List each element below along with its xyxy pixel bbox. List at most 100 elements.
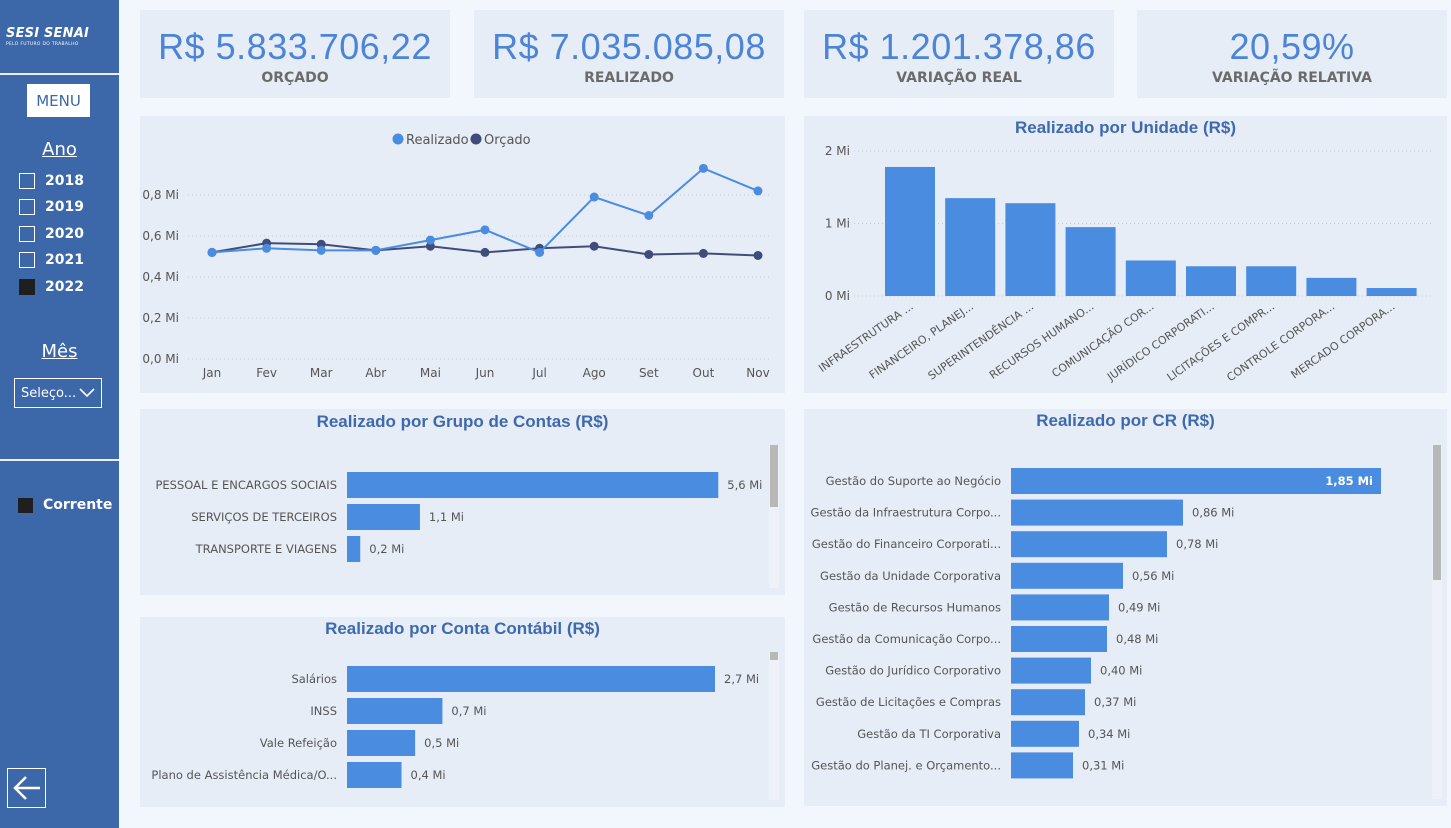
logo-text: SESI SENAI: [6, 26, 89, 41]
grupo-contas-panel: Realizado por Grupo de Contas (R$) PESSO…: [140, 409, 785, 595]
legend-marker-realizado: [392, 133, 404, 145]
bar: [347, 504, 420, 530]
kpi-variacao-relativa: 20,59% VARIAÇÃO RELATIVA: [1137, 10, 1447, 98]
data-point: [371, 245, 381, 255]
sidebar: SESI SENAI PELO FUTURO DO TRABALHO MENU …: [0, 0, 119, 828]
kpi-realizado: R$ 7.035.085,08 REALIZADO: [474, 10, 784, 98]
scrollbar[interactable]: [769, 652, 779, 800]
x-tick-label: CONTROLE CORPORA...: [1224, 300, 1337, 384]
bar: [1306, 277, 1357, 296]
x-tick-label: SUPERINTENDÊNCIA ...: [926, 300, 1036, 383]
grupo-contas-bar-chart[interactable]: PESSOAL E ENCARGOS SOCIAIS 5,6 Mi SERVIÇOS…: [140, 409, 785, 595]
sidebar-divider-top: [0, 73, 119, 75]
y-tick-label: 0 Mi: [825, 289, 850, 303]
conta-contabil-panel: Realizado por Conta Contábil (R$) Salári…: [140, 617, 785, 807]
year-option-2021[interactable]: 2021: [19, 252, 84, 268]
bar: [1246, 266, 1297, 296]
bar: [347, 730, 416, 756]
kpi-orcado: R$ 5.833.706,22 ORÇADO: [140, 10, 450, 98]
x-tick-label: Out: [693, 366, 715, 380]
category-label: Gestão de Recursos Humanos: [829, 600, 1001, 614]
scrollbar-thumb[interactable]: [1433, 445, 1441, 580]
logo-subtitle: PELO FUTURO DO TRABALHO: [6, 42, 79, 47]
kpi-label: REALIZADO: [584, 70, 674, 86]
x-tick-label: Ago: [583, 366, 606, 380]
checkbox-icon[interactable]: [19, 199, 35, 215]
category-label: Gestão da Unidade Corporativa: [820, 569, 1001, 583]
bar: [885, 166, 935, 296]
checkbox-checked-icon[interactable]: [19, 279, 35, 295]
year-option-2022[interactable]: 2022: [19, 279, 84, 295]
data-point: [644, 249, 654, 259]
kpi-value: R$ 7.035.085,08: [492, 26, 766, 67]
cr-panel: Realizado por CR (R$) Gestão do Suporte …: [804, 409, 1447, 806]
bar: [347, 472, 719, 498]
y-tick-label: 2 Mi: [825, 144, 850, 158]
legend-label: Realizado: [406, 133, 469, 148]
bar: [1366, 288, 1417, 296]
category-label: Gestão da Infraestrutura Corpo...: [811, 506, 1001, 520]
x-tick-label: Mai: [420, 366, 441, 380]
data-point: [753, 250, 763, 260]
bar: [1011, 720, 1079, 747]
x-tick-label: COMUNICAÇÃO COR...: [1049, 300, 1156, 380]
checkbox-icon[interactable]: [19, 252, 35, 268]
checkbox-icon[interactable]: [19, 226, 35, 242]
x-tick-label: Mar: [310, 366, 333, 380]
data-label: 0,34 Mi: [1088, 727, 1130, 741]
legend-swatch: [18, 497, 33, 513]
scrollbar-thumb[interactable]: [770, 445, 778, 507]
data-label: 1,85 Mi: [1325, 474, 1373, 488]
category-label: PESSOAL E ENCARGOS SOCIAIS: [155, 478, 337, 492]
data-label: 0,4 Mi: [411, 768, 446, 782]
checkbox-icon[interactable]: [19, 173, 35, 189]
data-point: [480, 225, 490, 235]
chart-title: Realizado por CR (R$): [1036, 411, 1215, 430]
legend-corrente: Corrente: [18, 497, 112, 513]
year-option-2018[interactable]: 2018: [19, 173, 84, 189]
series-line-realizado: [211, 167, 759, 254]
category-label: Vale Refeição: [260, 736, 337, 750]
category-label: Gestão da Comunicação Corpo...: [812, 632, 1001, 646]
menu-button[interactable]: MENU: [27, 84, 90, 117]
bar: [1011, 626, 1107, 652]
data-point: [262, 243, 272, 253]
category-label: Gestão da TI Corporativa: [857, 727, 1001, 741]
month-select[interactable]: Seleço...: [14, 378, 102, 408]
scrollbar[interactable]: [769, 445, 779, 588]
bar: [1065, 227, 1116, 296]
cr-bar-chart[interactable]: Gestão do Suporte ao Negócio 1,85 Mi Gestã…: [804, 409, 1447, 806]
category-label: Gestão do Planej. e Orçamento...: [811, 758, 1001, 772]
data-point: [589, 192, 599, 202]
unidade-chart-panel: Realizado por Unidade (R$) 0 Mi 1 Mi 2 Mi I…: [804, 116, 1447, 393]
unidade-bar-chart[interactable]: 0 Mi 1 Mi 2 Mi INFRAESTRUTURA ...FINANCEIRO…: [804, 116, 1447, 393]
data-label: 0,2 Mi: [369, 542, 404, 556]
kpi-value: 20,59%: [1229, 26, 1355, 67]
scrollbar[interactable]: [1432, 445, 1442, 799]
kpi-label: ORÇADO: [261, 70, 329, 86]
category-label: Salários: [291, 672, 337, 686]
scrollbar-thumb[interactable]: [770, 652, 778, 660]
conta-contabil-bar-chart[interactable]: Salários 2,7 Mi INSS 0,7 Mi Vale Refeição 0,5…: [140, 617, 785, 807]
line-chart[interactable]: Realizado Orçado 0,0 Mi 0,2 Mi 0,4 Mi 0,6 Mi 0…: [140, 116, 785, 393]
category-label: Gestão do Financeiro Corporati...: [812, 537, 1001, 551]
year-option-2020[interactable]: 2020: [19, 226, 84, 242]
bar: [347, 536, 361, 562]
line-chart-panel: Realizado Orçado 0,0 Mi 0,2 Mi 0,4 Mi 0,6 Mi 0…: [140, 116, 785, 393]
data-label: 0,78 Mi: [1176, 537, 1218, 551]
x-tick-label: INFRAESTRUTURA ...: [816, 300, 915, 375]
month-heading: Mês: [41, 341, 78, 362]
x-tick-label: RECURSOS HUMANO...: [987, 300, 1096, 382]
x-tick-label: FINANCEIRO, PLANEJ...: [867, 300, 976, 382]
x-tick-label: Abr: [365, 366, 386, 380]
arrow-left-icon: [12, 776, 40, 800]
chart-title: Realizado por Conta Contábil (R$): [325, 619, 600, 638]
year-option-2019[interactable]: 2019: [19, 199, 84, 215]
data-point: [207, 247, 217, 257]
data-label: 0,7 Mi: [451, 704, 486, 718]
legend-marker-orcado: [470, 133, 482, 145]
x-tick-label: Jun: [475, 366, 495, 380]
data-label: 5,6 Mi: [727, 478, 762, 492]
back-button[interactable]: [7, 768, 46, 808]
category-label: Plano de Assistência Médica/O...: [151, 768, 337, 782]
